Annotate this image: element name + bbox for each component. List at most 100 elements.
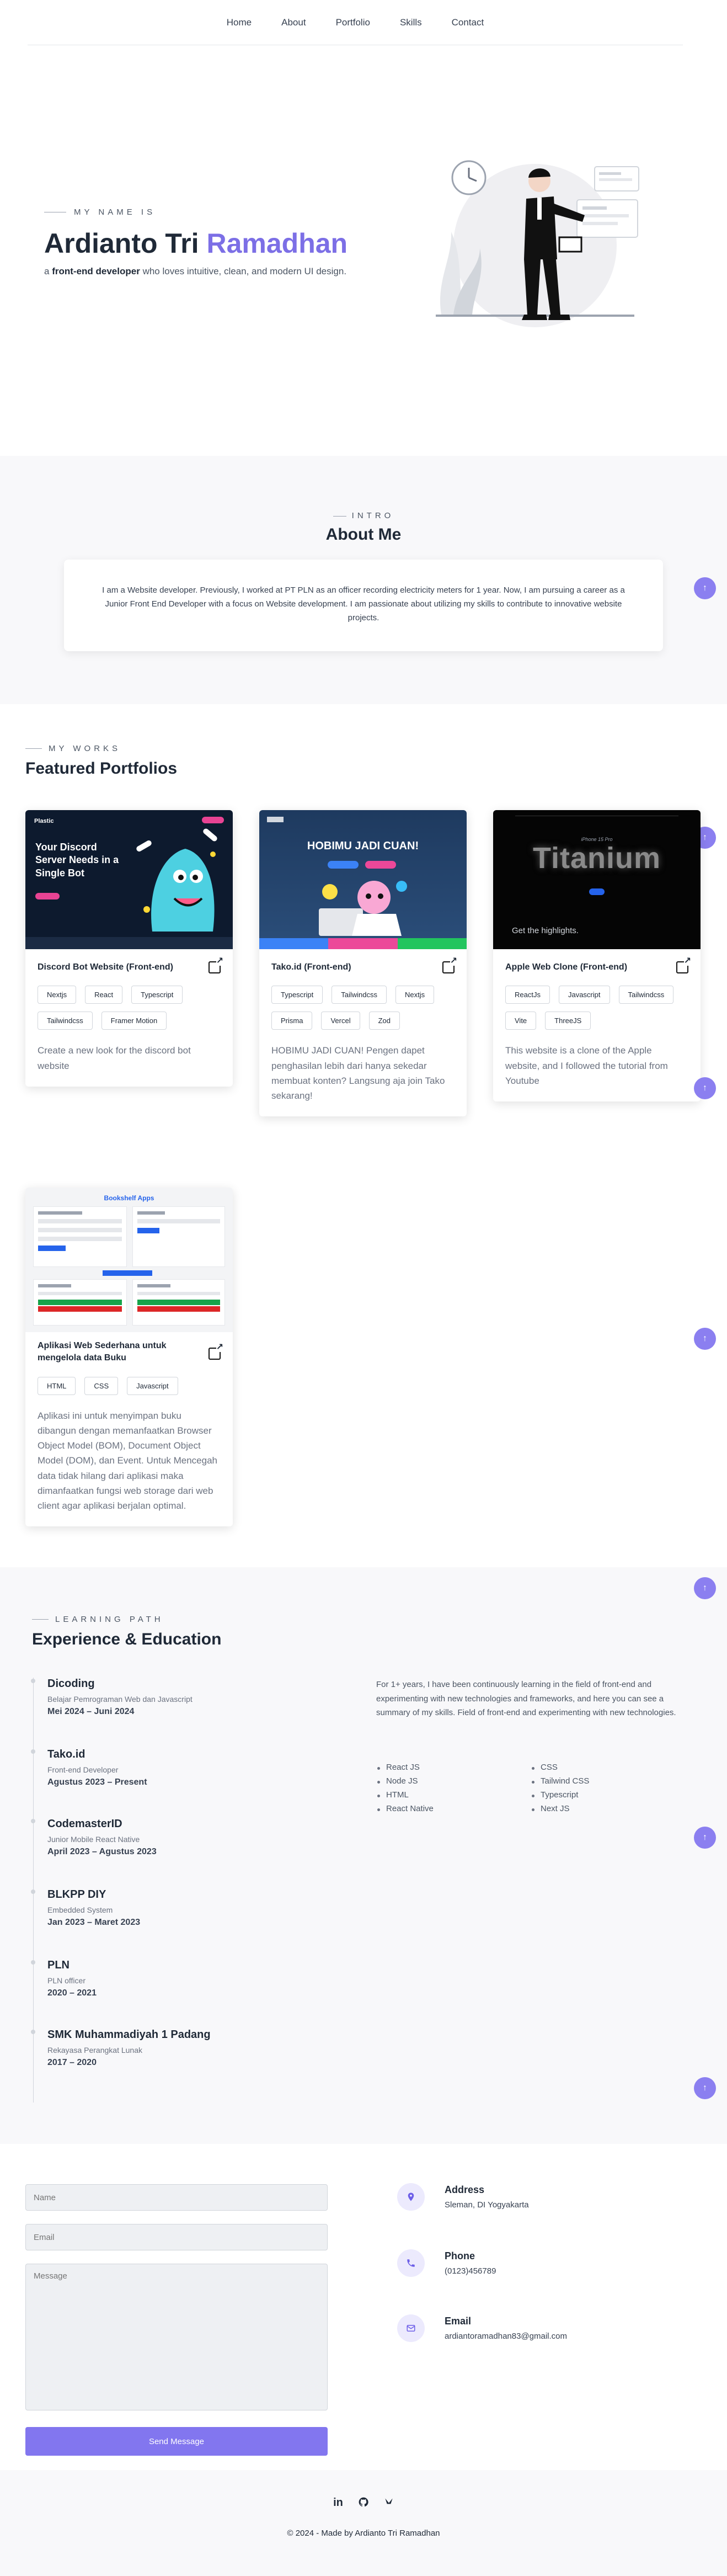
- portfolio-card[interactable]: Bookshelf Apps Aplikasi Web Sederhana un…: [25, 1188, 233, 1527]
- email-field[interactable]: [25, 2224, 328, 2250]
- thumb-caption: Get the highlights.: [512, 926, 579, 935]
- message-field[interactable]: [25, 2264, 328, 2410]
- skill-item: React Native: [376, 1804, 531, 1813]
- external-link-icon[interactable]: [209, 1343, 223, 1360]
- timeline-role: Rekayasa Perangkat Lunak: [47, 2046, 142, 2055]
- card-title: Tako.id (Front-end): [271, 962, 351, 972]
- thumb-band: [259, 938, 328, 949]
- timeline-dot: [31, 1960, 35, 1965]
- hero-eyebrow-text: MY NAME IS: [74, 207, 156, 217]
- thumb-mascot: [136, 828, 217, 932]
- timeline-date: 2017 – 2020: [47, 2058, 97, 2067]
- timeline-item: Tako.id Front-end Developer Agustus 2023…: [31, 1748, 147, 1787]
- card-description: Create a new look for the discord bot we…: [38, 1045, 191, 1071]
- github-icon[interactable]: [357, 2497, 370, 2511]
- name-field[interactable]: [25, 2184, 328, 2211]
- portfolio-eyebrow: MY WORKS: [25, 744, 121, 753]
- experience-title: Experience & Education: [32, 1630, 222, 1648]
- timeline-item: SMK Muhammadiyah 1 Padang Rekayasa Peran…: [31, 2029, 211, 2068]
- thumb-list-panel: [132, 1279, 225, 1326]
- tag: HTML: [38, 1376, 76, 1395]
- timeline-dot: [31, 1679, 35, 1683]
- footer: [0, 2470, 727, 2576]
- scroll-top-button[interactable]: ↑: [694, 1328, 716, 1350]
- timeline-title: SMK Muhammadiyah 1 Padang: [47, 2029, 211, 2041]
- nav-about[interactable]: About: [281, 17, 306, 28]
- arrow-up-icon: ↑: [703, 1833, 707, 1842]
- portfolio-card[interactable]: Plastic Your Discord Server Needs in a S…: [25, 810, 233, 1087]
- thumb-heading: Titanium: [532, 842, 661, 875]
- hero-eyebrow: MY NAME IS: [44, 207, 156, 217]
- email-value[interactable]: ardiantoramadhan83@gmail.com: [445, 2332, 567, 2341]
- tag: Tailwindcss: [332, 986, 387, 1004]
- scroll-top-button[interactable]: ↑: [694, 1077, 716, 1099]
- about-card: I am a Website developer. Previously, I …: [64, 560, 663, 651]
- external-link-icon[interactable]: [676, 957, 691, 973]
- timeline-dot: [31, 2030, 35, 2034]
- card-header: Discord Bot Website (Front-end): [25, 949, 233, 973]
- portfolio-card[interactable]: HOBIMU JADI CUAN! Tako.id (Front-end) Ty…: [259, 810, 467, 1117]
- skill-item: Next JS: [531, 1804, 685, 1813]
- timeline-title: Tako.id: [47, 1748, 85, 1760]
- tag: Tailwindcss: [38, 1012, 93, 1030]
- codepen-icon[interactable]: [382, 2497, 395, 2511]
- card-title: Apple Web Clone (Front-end): [505, 962, 628, 972]
- external-link-icon[interactable]: [442, 957, 457, 973]
- scroll-top-button[interactable]: ↑: [694, 577, 716, 599]
- timeline-role: Embedded System: [47, 1906, 113, 1914]
- thumb-heading: Your Discord Server Needs in a Single Bo…: [35, 842, 119, 879]
- arrow-up-icon: ↑: [703, 583, 707, 593]
- copyright-text: © 2024 - Made by Ardianto Tri Ramadhan: [287, 2529, 440, 2538]
- thumb-cta: [589, 888, 605, 895]
- scroll-top-button[interactable]: ↑: [694, 2077, 716, 2099]
- portfolio-title: Featured Portfolios: [25, 759, 178, 778]
- card-header: Aplikasi Web Sederhana untuk mengelola d…: [25, 1332, 233, 1365]
- portfolio-thumbnail: iPhone 15 Pro Titanium Get the highlight…: [493, 810, 701, 949]
- portfolio-thumbnail: Plastic Your Discord Server Needs in a S…: [25, 810, 233, 949]
- nav-skills[interactable]: Skills: [400, 17, 422, 28]
- nav-contact[interactable]: Contact: [452, 17, 484, 28]
- hero-subtitle: a front-end developer who loves intuitiv…: [44, 266, 346, 277]
- timeline-dot: [31, 1819, 35, 1823]
- portfolio-card[interactable]: iPhone 15 Pro Titanium Get the highlight…: [493, 810, 701, 1101]
- send-message-button[interactable]: Send Message: [25, 2427, 328, 2456]
- tag: React: [85, 986, 123, 1004]
- skill-item: CSS: [531, 1763, 685, 1772]
- phone-label: Phone: [445, 2250, 475, 2261]
- address-label: Address: [445, 2184, 485, 2195]
- location-pin-icon: [397, 2183, 425, 2211]
- timeline-dot: [31, 1749, 35, 1754]
- tag: Vite: [505, 1012, 537, 1030]
- about-eyebrow-text: INTRO: [351, 511, 394, 520]
- contact-phone: Phone (0123)456789: [397, 2249, 496, 2277]
- arrow-up-icon: ↑: [703, 1583, 707, 1593]
- mail-icon: [397, 2314, 425, 2342]
- scroll-top-button[interactable]: ↑: [694, 1577, 716, 1599]
- hero-name-accent: Ramadhan: [206, 228, 348, 259]
- tag-list: HTML CSS Javascript: [25, 1365, 233, 1395]
- arrow-up-icon: ↑: [703, 1083, 707, 1093]
- thumb-list-panel: [33, 1279, 127, 1326]
- eyebrow-line: [333, 515, 346, 517]
- thumb-heading: Bookshelf Apps: [104, 1194, 154, 1202]
- about-eyebrow: INTRO: [0, 511, 727, 520]
- page: Home About Portfolio Skills Contact MY N…: [0, 0, 727, 2576]
- tag: Typescript: [271, 986, 323, 1004]
- linkedin-icon[interactable]: in: [332, 2497, 345, 2511]
- timeline-item: Dicoding Belajar Pemrograman Web dan Jav…: [31, 1678, 193, 1717]
- thumb-cta: [365, 861, 396, 869]
- hero-sub-rest: who loves intuitive, clean, and modern U…: [142, 266, 347, 276]
- nav-portfolio[interactable]: Portfolio: [336, 17, 370, 28]
- timeline-title: PLN: [47, 1959, 70, 1971]
- hero-name: Ardianto Tri Ramadhan: [44, 227, 348, 259]
- timeline-title: Dicoding: [47, 1678, 95, 1690]
- scroll-top-button[interactable]: ↑: [694, 1827, 716, 1849]
- portfolio-thumbnail: HOBIMU JADI CUAN!: [259, 810, 467, 949]
- experience-eyebrow: LEARNING PATH: [32, 1615, 164, 1624]
- external-link-icon[interactable]: [209, 957, 223, 973]
- thumb-tabs: [103, 1270, 152, 1276]
- tag: ReactJs: [505, 986, 550, 1004]
- nav-home[interactable]: Home: [227, 17, 252, 28]
- timeline-title: CodemasterID: [47, 1818, 122, 1830]
- timeline-item: CodemasterID Junior Mobile React Native …: [31, 1818, 157, 1857]
